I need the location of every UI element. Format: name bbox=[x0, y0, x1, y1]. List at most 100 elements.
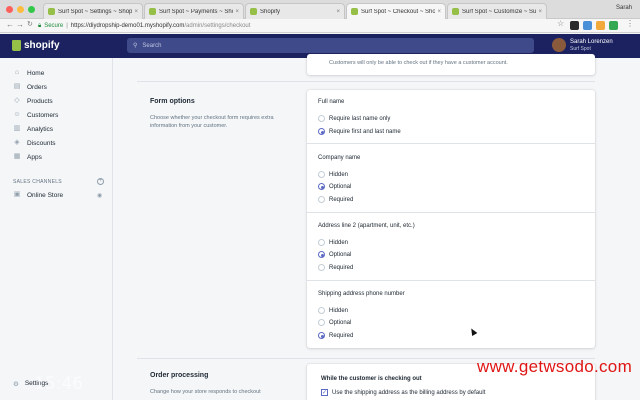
user-menu[interactable]: Sarah Lorenzen Surf Spot bbox=[552, 38, 613, 52]
secure-label: Secure bbox=[44, 23, 64, 29]
field-divider bbox=[307, 143, 595, 144]
video-timer-overlay: 15:46 bbox=[34, 374, 83, 394]
company-name-required-radio[interactable]: Required bbox=[318, 196, 353, 203]
radio-button[interactable] bbox=[318, 171, 325, 178]
address-line2-hidden-radio[interactable]: Hidden bbox=[318, 239, 348, 246]
sidebar-item-products[interactable]: ◇ Products bbox=[13, 97, 52, 105]
browser-tab-bar: Surf Spot ~ Settings ~ Shopify × Surf Sp… bbox=[0, 0, 640, 19]
shopify-bag-icon bbox=[12, 40, 21, 51]
sidebar-item-discounts[interactable]: ◈ Discounts bbox=[13, 139, 55, 147]
bookmark-star-icon[interactable]: ☆ bbox=[557, 19, 564, 28]
sidebar-item-analytics[interactable]: ▥ Analytics bbox=[13, 125, 53, 133]
radio-button[interactable] bbox=[318, 319, 325, 326]
sidebar: ⌂ Home ▤ Orders ◇ Products ☺ Customers ▥… bbox=[0, 58, 113, 400]
tag-icon: ◇ bbox=[14, 97, 20, 104]
avatar bbox=[552, 38, 566, 52]
analytics-icon: ▥ bbox=[13, 125, 21, 132]
form-options-title: Form options bbox=[150, 98, 195, 105]
browser-tab[interactable]: Shopify × bbox=[245, 3, 345, 19]
order-processing-description: Change how your store responds to checko… bbox=[150, 389, 261, 395]
discount-icon: ◈ bbox=[14, 139, 20, 146]
sidebar-item-home[interactable]: ⌂ Home bbox=[13, 69, 44, 77]
apps-icon: ▦ bbox=[13, 153, 21, 160]
shopify-favicon-icon bbox=[250, 8, 257, 15]
orders-icon: ▤ bbox=[13, 83, 21, 90]
radio-button[interactable] bbox=[318, 196, 325, 203]
address-line2-required-radio[interactable]: Required bbox=[318, 264, 353, 271]
extension-icon[interactable] bbox=[609, 21, 618, 30]
radio-button[interactable] bbox=[318, 264, 325, 271]
use-shipping-as-billing-checkbox[interactable]: ✓ Use the shipping address as the billin… bbox=[321, 389, 485, 396]
add-sales-channel-icon[interactable]: + bbox=[97, 178, 104, 185]
forward-arrow-icon[interactable]: → bbox=[16, 20, 24, 29]
reload-icon[interactable]: ↻ bbox=[27, 20, 33, 28]
radio-button[interactable] bbox=[318, 239, 325, 246]
minimize-window-button[interactable] bbox=[17, 6, 24, 13]
address-line2-label: Address line 2 (apartment, unit, etc.) bbox=[318, 223, 415, 229]
maximize-window-button[interactable] bbox=[28, 6, 35, 13]
view-store-eye-icon[interactable]: ◉ bbox=[97, 192, 102, 199]
sidebar-item-online-store[interactable]: ▣ Online Store bbox=[13, 191, 63, 199]
company-name-hidden-radio[interactable]: Hidden bbox=[318, 171, 348, 178]
company-name-label: Company name bbox=[318, 155, 361, 161]
browser-profile-name[interactable]: Sarah bbox=[616, 5, 632, 11]
sidebar-item-orders[interactable]: ▤ Orders bbox=[13, 83, 47, 91]
full-name-last-only-radio[interactable]: Require last name only bbox=[318, 115, 390, 122]
search-input[interactable]: ⚲ Search bbox=[127, 38, 534, 53]
shipping-phone-required-radio[interactable]: Required bbox=[318, 332, 353, 339]
watermark-text: www.getwsodo.com bbox=[477, 357, 633, 376]
close-tab-icon[interactable]: × bbox=[336, 9, 340, 15]
checkout-subheading: While the customer is checking out bbox=[321, 376, 422, 382]
browser-address-bar: ← → ↻ 🔒︎ Secure | https://diydropship-de… bbox=[0, 19, 640, 33]
shopify-logo[interactable]: shopify bbox=[12, 40, 60, 51]
browser-window: Surf Spot ~ Settings ~ Shopify × Surf Sp… bbox=[0, 0, 640, 400]
shipping-phone-hidden-radio[interactable]: Hidden bbox=[318, 307, 348, 314]
shopify-favicon-icon bbox=[48, 8, 55, 15]
close-tab-icon[interactable]: × bbox=[134, 9, 138, 15]
extension-icon[interactable] bbox=[596, 21, 605, 30]
close-tab-icon[interactable]: × bbox=[538, 9, 542, 15]
user-store: Surf Spot bbox=[570, 45, 591, 52]
shipping-phone-optional-radio[interactable]: Optional bbox=[318, 319, 351, 326]
form-options-description: Choose whether your checkout form requir… bbox=[150, 115, 274, 129]
browser-tab[interactable]: Surf Spot ~ Settings ~ Shopify × bbox=[43, 3, 143, 19]
browser-tab[interactable]: Surf Spot ~ Payments ~ Shop × bbox=[144, 3, 244, 19]
shipping-phone-label: Shipping address phone number bbox=[318, 291, 405, 297]
extension-icon[interactable] bbox=[583, 21, 592, 30]
customers-icon: ☺ bbox=[13, 111, 21, 118]
radio-button-selected[interactable] bbox=[318, 251, 325, 258]
sidebar-item-apps[interactable]: ▦ Apps bbox=[13, 153, 42, 161]
main-content: Customers will only be able to check out… bbox=[113, 54, 640, 400]
company-name-optional-radio[interactable]: Optional bbox=[318, 183, 351, 190]
address-line2-optional-radio[interactable]: Optional bbox=[318, 251, 351, 258]
browser-tab[interactable]: Surf Spot ~ Customize ~ Surf × bbox=[447, 3, 547, 19]
radio-button-selected[interactable] bbox=[318, 183, 325, 190]
full-name-first-last-radio[interactable]: Require first and last name bbox=[318, 128, 401, 135]
url-field[interactable]: 🔒︎ Secure | https://diydropship-demo01.m… bbox=[38, 21, 318, 31]
lock-icon: 🔒︎ bbox=[38, 22, 42, 29]
close-tab-icon[interactable]: × bbox=[437, 9, 441, 15]
radio-button-selected[interactable] bbox=[318, 128, 325, 135]
shopify-favicon-icon bbox=[452, 8, 459, 15]
customer-accounts-card: Customers will only be able to check out… bbox=[307, 54, 595, 75]
window-controls bbox=[6, 6, 35, 13]
back-arrow-icon[interactable]: ← bbox=[6, 20, 14, 29]
browser-tab-active[interactable]: Surf Spot ~ Checkout ~ Shop × bbox=[346, 3, 446, 19]
menu-dots-icon[interactable]: ⋮ bbox=[626, 19, 634, 28]
extension-icon[interactable] bbox=[570, 21, 579, 30]
close-tab-icon[interactable]: × bbox=[235, 9, 239, 15]
close-window-button[interactable] bbox=[6, 6, 13, 13]
field-divider bbox=[307, 212, 595, 213]
full-name-label: Full name bbox=[318, 99, 345, 105]
home-icon: ⌂ bbox=[14, 69, 20, 76]
checkbox-checked-icon[interactable]: ✓ bbox=[321, 389, 328, 396]
user-name: Sarah Lorenzen bbox=[570, 38, 613, 45]
radio-button[interactable] bbox=[318, 307, 325, 314]
sidebar-item-customers[interactable]: ☺ Customers bbox=[13, 111, 58, 119]
gear-icon: ⚙ bbox=[13, 381, 19, 388]
store-icon: ▣ bbox=[13, 191, 21, 198]
radio-button-selected[interactable] bbox=[318, 332, 325, 339]
radio-button[interactable] bbox=[318, 115, 325, 122]
customer-accounts-note: Customers will only be able to check out… bbox=[329, 60, 508, 66]
field-divider bbox=[307, 280, 595, 281]
